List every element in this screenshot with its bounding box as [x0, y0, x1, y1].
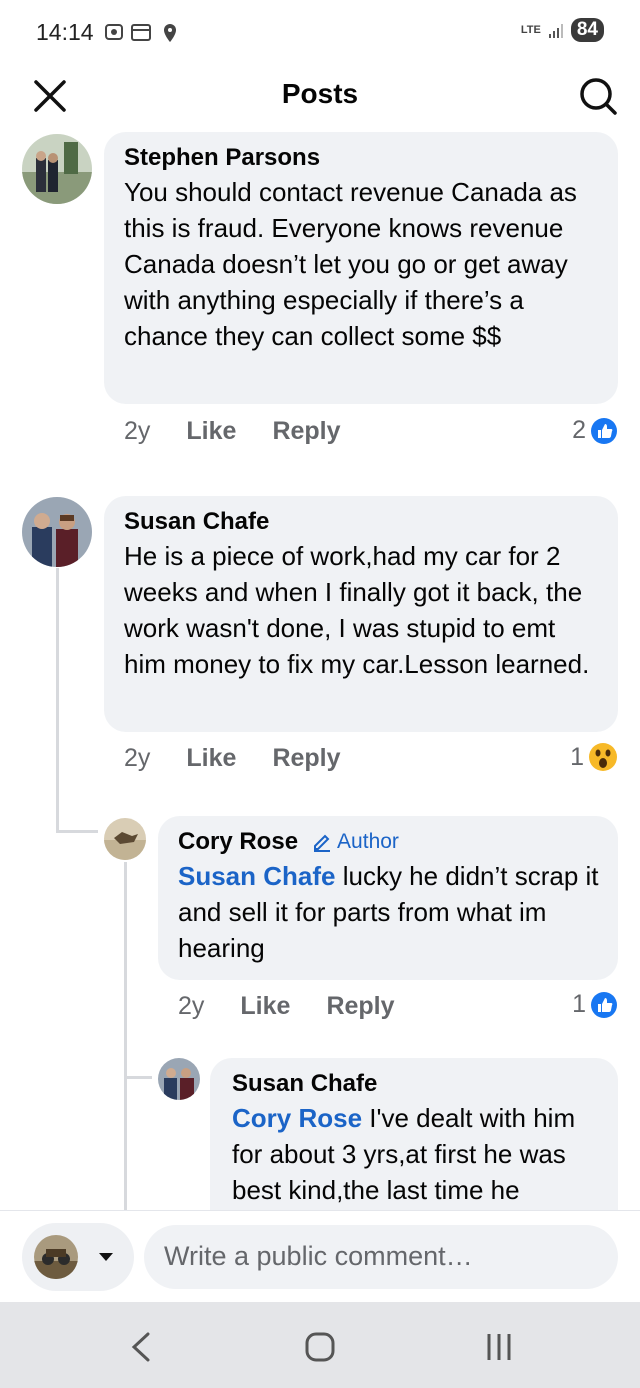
reaction-summary[interactable]: 1: [570, 742, 618, 772]
avatar[interactable]: [104, 818, 146, 860]
thread-line: [56, 830, 98, 833]
like-reaction-icon: [591, 991, 617, 1018]
chevron-down-icon: [99, 1253, 113, 1261]
reaction-count: 1: [570, 742, 584, 771]
notification-icons: [105, 24, 176, 42]
avatar[interactable]: [22, 497, 92, 567]
reply-button[interactable]: Reply: [326, 992, 394, 1021]
reply-text: Cory Rose I've dealt with him for about …: [232, 1100, 608, 1208]
like-button[interactable]: Like: [240, 992, 290, 1021]
comment-actions: 2y Like Reply: [124, 744, 341, 773]
reply-bubble[interactable]: Cory Rose Author Susan Chafe lucky he di…: [158, 816, 618, 980]
reply-button[interactable]: Reply: [272, 744, 340, 773]
avatar: [34, 1235, 78, 1279]
comment-age: 2y: [124, 417, 151, 445]
reply-button[interactable]: Reply: [272, 417, 340, 446]
author-badge: Author: [312, 830, 399, 854]
top-app-bar: Posts: [0, 66, 640, 126]
status-time: 14:14: [36, 19, 94, 45]
reaction-summary[interactable]: 2: [572, 416, 618, 445]
battery-indicator: 84: [570, 18, 604, 42]
comment-input-placeholder: Write a public comment…: [164, 1241, 473, 1271]
thread-line: [124, 862, 127, 1210]
comment-bubble[interactable]: Susan Chafe He is a piece of work,had my…: [104, 496, 618, 732]
recents-icon[interactable]: [484, 1332, 514, 1362]
comment-input[interactable]: Write a public comment…: [144, 1225, 618, 1289]
thread-line: [56, 568, 59, 832]
comment-text: You should contact revenue Canada as thi…: [124, 177, 577, 351]
avatar[interactable]: [158, 1058, 200, 1100]
comment-author[interactable]: Stephen Parsons: [124, 144, 604, 172]
reply-text: Susan Chafe lucky he didn’t scrap it and…: [178, 858, 604, 966]
thread-line: [124, 1076, 152, 1079]
like-button[interactable]: Like: [186, 744, 236, 773]
reply-author[interactable]: Cory Rose: [178, 828, 298, 856]
comment-composer: Write a public comment…: [0, 1210, 640, 1303]
home-icon[interactable]: [305, 1332, 335, 1362]
back-icon[interactable]: [130, 1332, 152, 1362]
wow-reaction-icon: [589, 743, 617, 771]
author-badge-label: Author: [337, 830, 399, 853]
comment-actions: 2y Like Reply: [124, 417, 341, 446]
status-bar: 14:14 LTE 84: [0, 0, 640, 66]
reply-age: 2y: [178, 992, 205, 1020]
mention-link[interactable]: Susan Chafe: [178, 861, 336, 891]
comment-text: He is a piece of work,had my car for 2 w…: [124, 541, 590, 679]
like-reaction-icon: [591, 417, 617, 444]
reaction-summary[interactable]: 1: [572, 990, 618, 1019]
profile-switcher[interactable]: [22, 1223, 134, 1291]
reaction-count: 2: [572, 416, 586, 444]
pencil-icon: [314, 834, 331, 852]
signal-icon: [548, 22, 563, 38]
comment-bubble[interactable]: Stephen Parsons You should contact reven…: [104, 132, 618, 404]
reply-actions: 2y Like Reply: [178, 992, 395, 1021]
network-type: LTE: [520, 24, 541, 36]
reaction-count: 1: [572, 990, 586, 1018]
system-nav-bar: [0, 1302, 640, 1388]
avatar[interactable]: [22, 134, 92, 204]
reply-author[interactable]: Susan Chafe: [232, 1070, 608, 1098]
like-button[interactable]: Like: [186, 417, 236, 446]
search-icon[interactable]: [578, 76, 618, 116]
comment-age: 2y: [124, 744, 151, 772]
mention-link[interactable]: Cory Rose: [232, 1103, 362, 1133]
page-title: Posts: [281, 78, 359, 109]
comment-author[interactable]: Susan Chafe: [124, 508, 604, 536]
